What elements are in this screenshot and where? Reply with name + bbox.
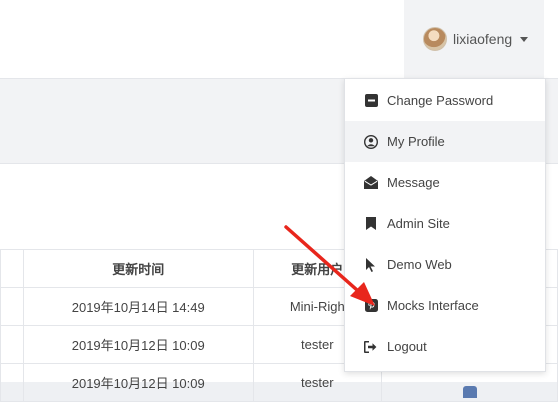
menu-item-mocks-interface[interactable]: Mocks Interface xyxy=(345,285,545,326)
user-menu-toggle[interactable]: lixiaofeng xyxy=(404,0,544,78)
menu-item-label: My Profile xyxy=(387,134,445,149)
menu-item-message[interactable]: Message xyxy=(345,162,545,203)
menu-item-label: Mocks Interface xyxy=(387,298,479,313)
top-navbar: lixiaofeng xyxy=(0,0,558,79)
avatar xyxy=(423,27,447,51)
minus-box-icon xyxy=(364,94,378,108)
envelope-open-icon xyxy=(364,176,378,190)
menu-item-label: Change Password xyxy=(387,93,494,108)
menu-item-demo-web[interactable]: Demo Web xyxy=(345,244,545,285)
menu-item-label: Demo Web xyxy=(387,257,452,272)
table-header-updated-time: 更新时间 xyxy=(22,249,254,288)
action-icon[interactable] xyxy=(462,386,477,398)
updated-time-cell: 2019年10月12日 10:09 xyxy=(22,363,254,402)
user-dropdown-menu: Change Password My Profile Message Admin… xyxy=(344,78,546,372)
menu-item-change-password[interactable]: Change Password xyxy=(345,80,545,121)
user-circle-icon xyxy=(364,134,378,149)
sign-out-icon xyxy=(364,340,378,354)
menu-item-label: Admin Site xyxy=(387,216,450,231)
menu-item-label: Logout xyxy=(387,339,427,354)
updated-time-cell: 2019年10月12日 10:09 xyxy=(22,325,254,364)
caret-down-icon xyxy=(520,36,529,42)
table-header-cell xyxy=(0,249,24,288)
pinterest-icon xyxy=(364,299,378,313)
bookmark-icon xyxy=(364,217,378,231)
menu-item-admin-site[interactable]: Admin Site xyxy=(345,203,545,244)
updated-time-cell: 2019年10月14日 14:49 xyxy=(22,287,254,326)
cursor-icon xyxy=(364,257,378,272)
username-label: lixiaofeng xyxy=(453,31,513,47)
menu-item-logout[interactable]: Logout xyxy=(345,326,545,367)
menu-item-label: Message xyxy=(387,175,440,190)
menu-item-my-profile[interactable]: My Profile xyxy=(345,121,545,162)
